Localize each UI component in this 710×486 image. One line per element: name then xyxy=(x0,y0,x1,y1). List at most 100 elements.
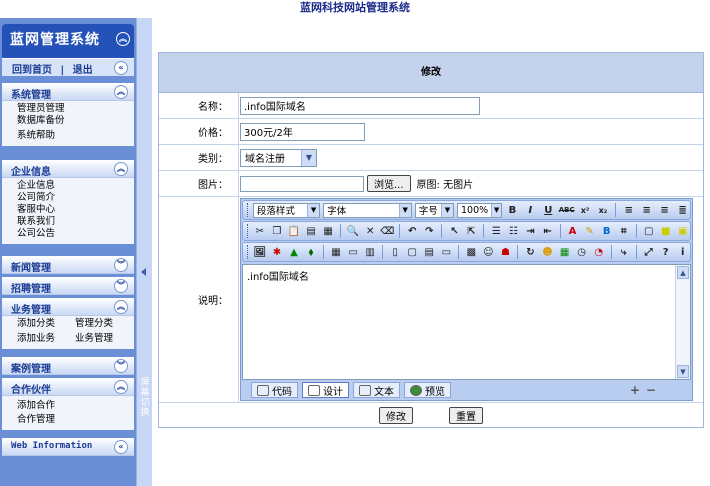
sidebar-item-db-backup[interactable]: 数据库备份 xyxy=(17,115,134,127)
flash-icon[interactable]: ✱ xyxy=(270,244,284,260)
scroll-up-icon[interactable]: ▲ xyxy=(677,266,689,279)
group-header-system[interactable]: 系统管理 ︽ xyxy=(2,83,134,101)
zoom-select[interactable]: 100% ▼ xyxy=(457,202,502,218)
sidebar-item-notice[interactable]: 公司公告 xyxy=(17,228,134,240)
group-header-partners[interactable]: 合作伙伴 ︽ xyxy=(2,378,134,396)
table-icon[interactable]: ▦ xyxy=(329,244,343,260)
emoji-person-icon[interactable]: ☺ xyxy=(481,244,495,260)
image-path-input[interactable] xyxy=(240,175,364,192)
group-header-web-info[interactable]: Web Information « xyxy=(2,438,134,456)
mode-tab-preview[interactable]: 预览 xyxy=(404,382,451,398)
outdent-icon[interactable]: ⇤ xyxy=(541,223,555,239)
background-color-icon[interactable]: B xyxy=(600,223,614,239)
align-left-icon[interactable]: ≡ xyxy=(621,202,636,218)
page-icon[interactable]: ▢ xyxy=(405,244,419,260)
paragraph-style-select[interactable]: 段落样式 ▼ xyxy=(252,202,321,218)
sidebar-item-admin[interactable]: 管理员管理 xyxy=(17,103,134,115)
font-select[interactable]: 字体 ▼ xyxy=(323,202,412,218)
sidebar-item-manage-category[interactable]: 管理分类 xyxy=(75,318,113,330)
sidebar-item-intro[interactable]: 公司简介 xyxy=(17,192,134,204)
redo-icon[interactable]: ↷ xyxy=(422,223,436,239)
button-icon[interactable]: ▭ xyxy=(439,244,453,260)
format-brush-icon[interactable]: ⌗ xyxy=(617,223,631,239)
toolbar-grip[interactable] xyxy=(247,224,250,238)
smiley-icon[interactable]: ☻ xyxy=(540,244,554,260)
sidebar-item-service[interactable]: 客服中心 xyxy=(17,204,134,216)
toolbar-grip[interactable] xyxy=(247,203,250,217)
fullscreen-icon[interactable]: ⤢ xyxy=(642,244,656,260)
time-icon[interactable]: ◷ xyxy=(575,244,589,260)
indent-icon[interactable]: ⇥ xyxy=(523,223,537,239)
mode-tab-text[interactable]: 文本 xyxy=(353,382,400,398)
double-chevron-left-icon[interactable]: « xyxy=(114,61,128,75)
shrink-icon[interactable]: − xyxy=(646,383,656,397)
sidebar-item-add-partner[interactable]: 添加合作 xyxy=(17,400,134,412)
paste-word-icon[interactable]: ▦ xyxy=(321,223,335,239)
pagebreak-icon[interactable]: ⤷ xyxy=(617,244,631,260)
arrow-left-icon[interactable] xyxy=(141,268,146,276)
price-input[interactable] xyxy=(240,122,365,141)
expand-icon[interactable]: ︾ xyxy=(114,279,128,293)
image-icon[interactable]: 🖼 xyxy=(253,244,267,260)
logout-link[interactable]: 退出 xyxy=(73,65,93,76)
table-cell-icon[interactable]: ▥ xyxy=(363,244,377,260)
cut-icon[interactable]: ✂ xyxy=(253,223,267,239)
name-input[interactable] xyxy=(240,96,480,115)
clock-icon[interactable]: ◔ xyxy=(592,244,606,260)
subscript-icon[interactable]: x₂ xyxy=(596,202,611,218)
toolbar-grip[interactable] xyxy=(247,245,250,259)
form-icon[interactable]: ▩ xyxy=(464,244,478,260)
ordered-list-icon[interactable]: ☰ xyxy=(489,223,503,239)
note-icon[interactable]: ■ xyxy=(659,223,673,239)
box-icon[interactable]: ▢ xyxy=(642,223,656,239)
mode-tab-code[interactable]: 代码 xyxy=(251,382,298,398)
align-center-icon[interactable]: ≡ xyxy=(639,202,654,218)
table-row-icon[interactable]: ▭ xyxy=(346,244,360,260)
submit-button[interactable]: 修改 xyxy=(379,406,413,424)
paste-icon[interactable]: 📋 xyxy=(287,223,301,239)
sidebar-item-business-manage[interactable]: 业务管理 xyxy=(75,333,113,345)
editor-content[interactable]: .info国际域名 xyxy=(243,265,690,286)
sidebar-item-partner-manage[interactable]: 合作管理 xyxy=(17,414,134,426)
editor-content-area[interactable]: .info国际域名 ▲ ▼ xyxy=(242,264,691,380)
expand-icon[interactable]: ︾ xyxy=(114,258,128,272)
font-color-icon[interactable]: A xyxy=(565,223,579,239)
enlarge-icon[interactable]: + xyxy=(630,383,640,397)
info-icon[interactable]: i xyxy=(676,244,690,260)
expand-icon[interactable]: ︾ xyxy=(114,359,128,373)
div-icon[interactable]: ▤ xyxy=(422,244,436,260)
special-char-icon[interactable]: ☗ xyxy=(498,244,512,260)
editor-scrollbar[interactable]: ▲ ▼ xyxy=(675,265,690,379)
underline-icon[interactable]: U xyxy=(541,202,556,218)
double-chevron-left-icon[interactable]: « xyxy=(114,440,128,454)
highlight-box-icon[interactable]: ▣ xyxy=(676,223,690,239)
group-header-company[interactable]: 企业信息 ︽ xyxy=(2,160,134,178)
align-right-icon[interactable]: ≡ xyxy=(657,202,672,218)
category-select[interactable]: 域名注册 ▼ xyxy=(240,148,317,167)
font-size-select[interactable]: 字号 ▼ xyxy=(414,202,454,218)
mode-tab-design[interactable]: 设计 xyxy=(302,382,349,398)
group-header-cases[interactable]: 案例管理 ︾ xyxy=(2,357,134,375)
sidebar-item-add-category[interactable]: 添加分类 xyxy=(17,318,55,330)
unordered-list-icon[interactable]: ☷ xyxy=(506,223,520,239)
sidebar-item-contact[interactable]: 联系我们 xyxy=(17,216,134,228)
rotate-icon[interactable]: ↻ xyxy=(523,244,537,260)
delete-icon[interactable]: ✕ xyxy=(363,223,377,239)
browse-button[interactable]: 浏览... xyxy=(367,175,411,192)
find-icon[interactable]: 🔍 xyxy=(346,223,360,239)
calendar-icon[interactable]: ▦ xyxy=(558,244,572,260)
sidebar-item-add-business[interactable]: 添加业务 xyxy=(17,333,55,345)
select-pointer-icon[interactable]: ↖ xyxy=(447,223,461,239)
collapse-icon[interactable]: ︽ xyxy=(114,85,128,99)
sidebar-item-company-info[interactable]: 企业信息 xyxy=(17,180,134,192)
link-icon[interactable]: ⬧ xyxy=(304,244,318,260)
undo-icon[interactable]: ↶ xyxy=(405,223,419,239)
absolute-position-icon[interactable]: ⇱ xyxy=(464,223,478,239)
sidebar-toggle[interactable]: 屏幕切换 xyxy=(136,18,152,486)
home-link[interactable]: 回到首页 xyxy=(12,65,52,76)
eraser-icon[interactable]: ⌫ xyxy=(380,223,394,239)
strikethrough-icon[interactable]: ABC xyxy=(559,202,575,218)
help-icon[interactable]: ? xyxy=(659,244,673,260)
collapse-icon[interactable]: ︽ xyxy=(114,300,128,314)
superscript-icon[interactable]: x² xyxy=(578,202,593,218)
